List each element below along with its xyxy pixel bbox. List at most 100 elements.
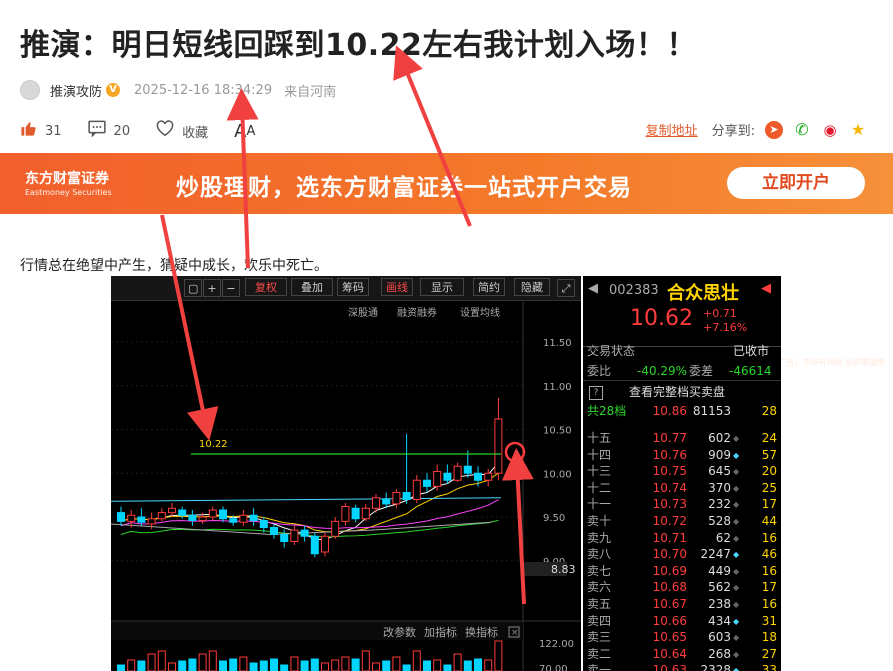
ask-label: 十一 xyxy=(587,497,612,512)
volume-bar xyxy=(453,653,462,671)
qzone-share-icon[interactable]: ★ xyxy=(849,120,867,139)
candle-body xyxy=(331,520,340,537)
volume-bar xyxy=(382,660,391,671)
candle-body xyxy=(157,512,166,520)
volume-bar xyxy=(412,650,421,671)
weibo-share-icon[interactable]: ◉ xyxy=(821,120,839,139)
font-size-button[interactable]: AA xyxy=(234,121,255,142)
ask-vol: 449 xyxy=(708,563,731,578)
volume-bar xyxy=(321,662,329,671)
ask-vol: 232 xyxy=(708,497,731,512)
volume-bar xyxy=(198,653,207,671)
ask-vol: 2328 xyxy=(700,663,731,671)
ask-vol: 268 xyxy=(708,646,731,661)
candle-body xyxy=(178,509,187,516)
ask-count: 24 xyxy=(761,431,777,445)
stock-name: 合众思壮 xyxy=(667,283,739,304)
avatar[interactable] xyxy=(20,80,40,100)
status-row: 交易状态 已收市 xyxy=(583,343,781,360)
indicator-change-button[interactable]: 换指标 xyxy=(465,625,498,639)
ask-price: 10.77 xyxy=(652,431,687,445)
like-count: 31 xyxy=(45,123,62,139)
banner-logo: 东方财富证券 Eastmoney Securities xyxy=(25,168,112,197)
like-button[interactable]: 31 xyxy=(20,120,62,142)
next-stock-icon[interactable]: ◀ xyxy=(761,281,771,296)
ask-count: 44 xyxy=(761,514,777,528)
ask-row: 卖七 10.69 449 ◆ 16 xyxy=(587,563,777,578)
ask-vol: 645 xyxy=(708,464,731,479)
ask-price: 10.70 xyxy=(652,547,687,562)
ask-vol: 602 xyxy=(708,431,731,445)
author-name[interactable]: 推演攻防 xyxy=(50,81,102,100)
view-full-row[interactable]: ? 查看完整档买卖盘 xyxy=(583,384,781,401)
volume-bar xyxy=(117,664,125,671)
candle-body xyxy=(249,514,258,521)
ask-row: 卖八 10.70 2247 ◆ 46 xyxy=(583,546,781,563)
volume-bar xyxy=(168,662,176,671)
comment-button[interactable]: 20 xyxy=(87,120,130,142)
ask-label: 卖十 xyxy=(587,514,612,528)
help-icon[interactable]: ? xyxy=(589,386,603,400)
volume-bar xyxy=(259,660,268,671)
candle-body xyxy=(117,512,125,522)
ask-row: 十五 10.77 602 ◆ 24 xyxy=(587,431,777,445)
volume-bar xyxy=(157,650,166,671)
volume-bar xyxy=(280,664,289,671)
candle-body xyxy=(137,516,146,523)
candle-body xyxy=(290,529,299,542)
price-axis-tick: 9.50 xyxy=(543,513,565,524)
volume-bar xyxy=(402,664,411,671)
volume-bar xyxy=(188,658,197,671)
volume-axis-tick: 122.00 xyxy=(539,639,574,650)
weicha-value: -46614 xyxy=(729,364,772,378)
candle-body xyxy=(300,529,309,537)
candle-body xyxy=(423,479,431,487)
article-actions: 31 20 收藏 AA xyxy=(20,120,281,142)
ask-vol: 238 xyxy=(708,597,731,611)
candle-body xyxy=(433,471,442,487)
ask-row: 十二 10.74 370 ◆ 25 xyxy=(587,480,777,495)
ask-label: 卖二 xyxy=(587,646,612,661)
price-axis-tick: 11.50 xyxy=(543,338,572,349)
candle-body xyxy=(453,465,462,481)
ask-vol: 528 xyxy=(708,514,731,528)
volume-bar xyxy=(127,659,136,671)
weibi-label: 委比 xyxy=(587,364,612,378)
kline-chart[interactable]: ▢ + − 复权 叠加 筹码 画线 显示 简约 隐藏 ⤢ 深股通 融资融券 设置… xyxy=(111,276,581,671)
ask-row: 十四 10.76 909 ◆ 57 xyxy=(583,447,781,464)
ask-count: 46 xyxy=(761,547,777,562)
prev-stock-icon[interactable]: ◀ xyxy=(588,281,598,296)
indicator-add-button[interactable]: 加指标 xyxy=(424,625,457,639)
candle-body xyxy=(463,465,472,474)
candle-body xyxy=(484,472,493,481)
ask-count: 17 xyxy=(761,497,777,512)
candle-body xyxy=(270,527,278,535)
total-label: 共28档 xyxy=(587,404,627,418)
banner-slogan: 炒股理财，选东方财富证券一站式开户交易 xyxy=(176,175,632,201)
volume-bar xyxy=(494,640,503,671)
ask-label: 卖九 xyxy=(587,530,612,545)
favorite-button[interactable]: 收藏 xyxy=(156,120,208,142)
svg-text:×: × xyxy=(511,628,519,638)
volume-bar xyxy=(433,659,442,671)
ask-label: 十二 xyxy=(587,480,612,495)
ask-count: 33 xyxy=(761,663,777,671)
volume-bar xyxy=(351,658,360,671)
telegram-share-icon[interactable]: ➤ xyxy=(765,120,783,139)
candle-body xyxy=(382,499,391,505)
volume-bar xyxy=(463,660,472,671)
volume-bar xyxy=(300,660,309,671)
copy-link[interactable]: 复制地址 xyxy=(646,120,698,139)
indicator-params-button[interactable]: 改参数 xyxy=(383,625,416,639)
ask-price: 10.73 xyxy=(652,497,687,512)
ask-label: 十四 xyxy=(587,447,612,462)
ask-label: 卖三 xyxy=(587,630,612,645)
ask-marker-icon: ◆ xyxy=(733,616,740,626)
wechat-share-icon[interactable]: ✆ xyxy=(793,120,811,139)
ask-row: 十一 10.73 232 ◆ 17 xyxy=(587,497,777,512)
open-account-button[interactable]: 立即开户 xyxy=(727,167,865,199)
ask-row: 卖九 10.71 62 ◆ 16 xyxy=(587,530,777,545)
view-full-orderbook[interactable]: 查看完整档买卖盘 xyxy=(629,384,725,401)
candle-body xyxy=(321,535,329,553)
kline-canvas: 11.5011.0010.5010.009.509.00122.0070.00 … xyxy=(111,300,581,671)
